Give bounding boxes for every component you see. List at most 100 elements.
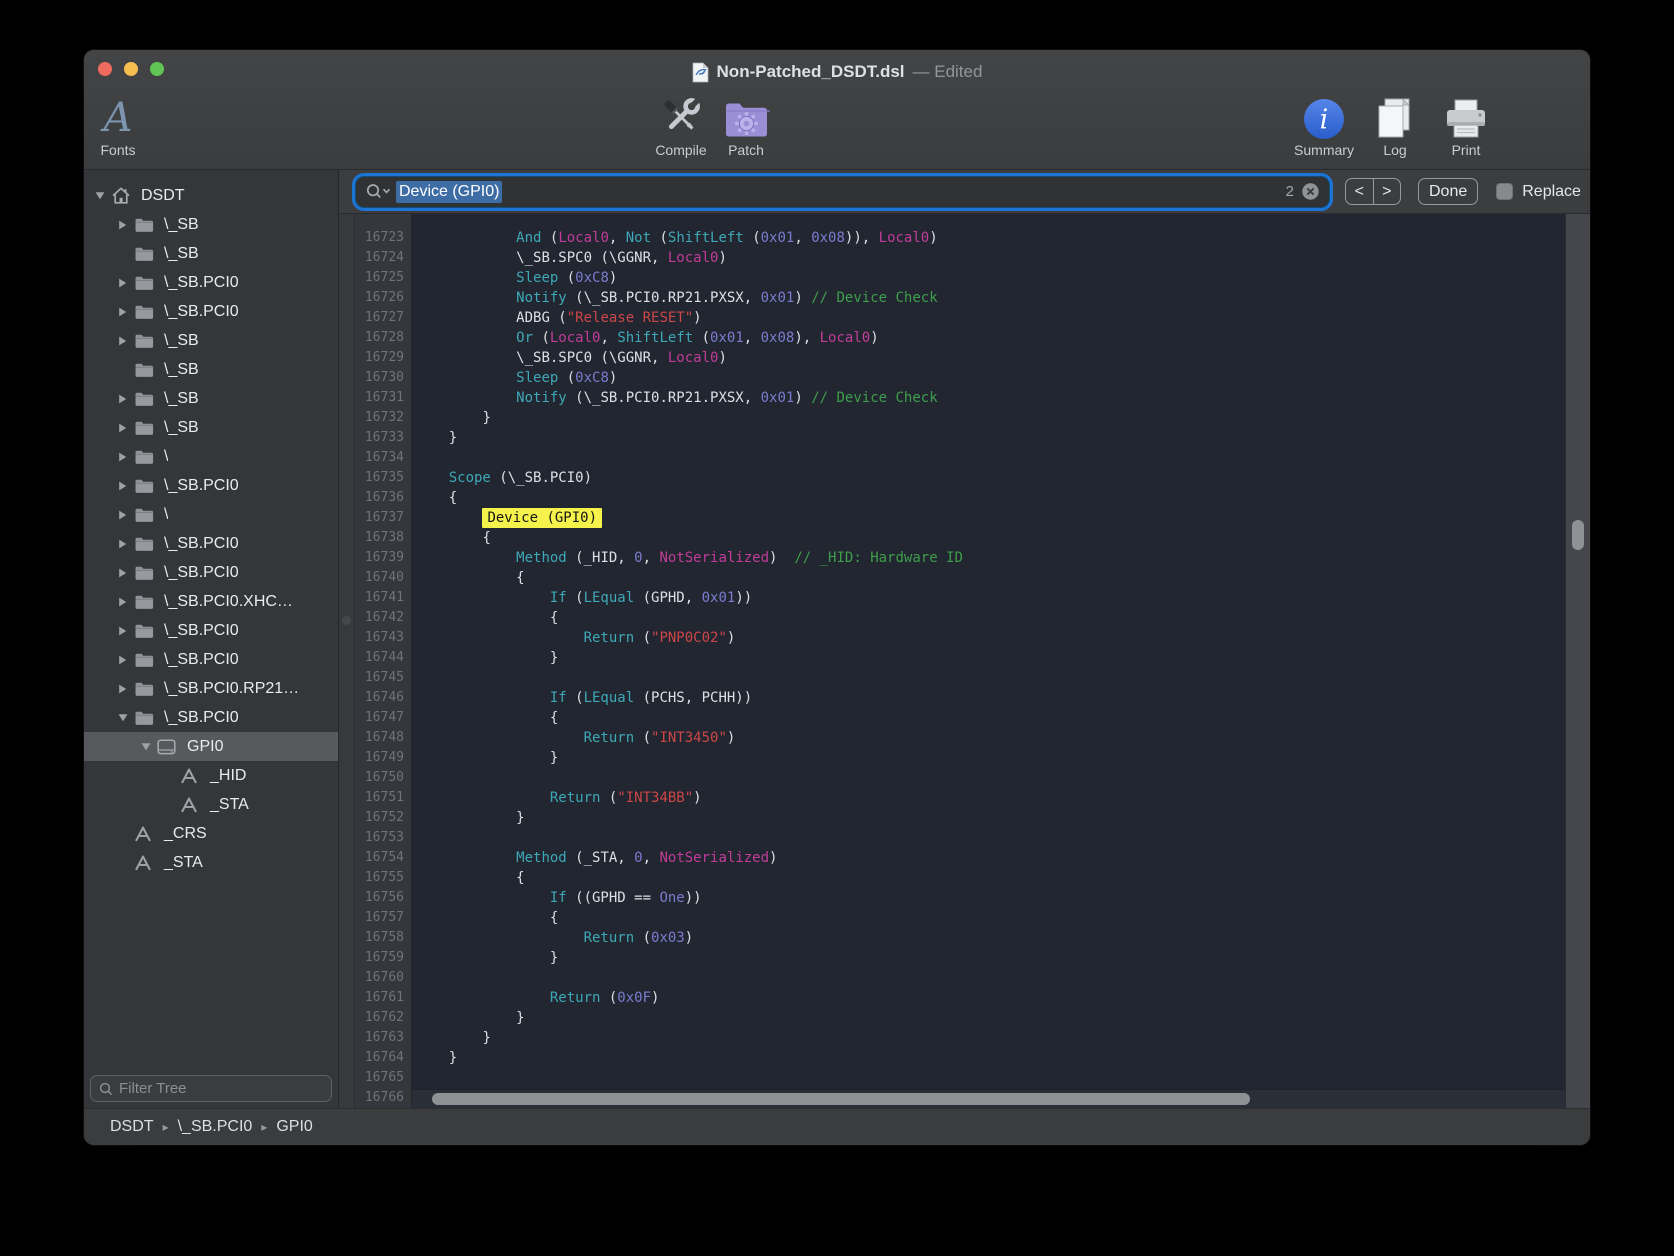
vertical-scrollbar-thumb[interactable]: [1572, 520, 1584, 550]
sidebar-item-sb[interactable]: \_SB: [84, 210, 338, 239]
find-previous-button[interactable]: <: [1346, 179, 1373, 204]
code-line-16760: [415, 968, 1565, 988]
filter-tree-input[interactable]: [119, 1080, 323, 1097]
breadcrumb-item-sbpci0[interactable]: \_SB.PCI0: [178, 1118, 253, 1136]
zoom-button[interactable]: [150, 62, 164, 76]
sidebar-item-[interactable]: \: [84, 500, 338, 529]
disclosure-right-icon: [117, 683, 128, 695]
folder-icon: [134, 652, 154, 668]
find-match-highlight: Device (GPI0): [482, 508, 602, 528]
breadcrumb-item-gpi0[interactable]: GPI0: [276, 1118, 312, 1136]
toolbar-group-right: i Summary Log Print: [1291, 90, 1499, 158]
tree-item-label: \_SB.PCI0: [160, 303, 239, 321]
breadcrumb-separator-icon: ▸: [163, 1120, 169, 1134]
sidebar-item-sb[interactable]: \_SB: [84, 384, 338, 413]
tree-item-label: _STA: [160, 854, 203, 872]
close-button[interactable]: [98, 62, 112, 76]
replace-checkbox[interactable]: [1496, 183, 1513, 200]
sidebar-item-sbpci0[interactable]: \_SB.PCI0: [84, 471, 338, 500]
code-line-16723: And (Local0, Not (ShiftLeft (0x01, 0x08)…: [415, 228, 1565, 248]
document-icon: [692, 62, 709, 83]
line-number-gutter: 1672316724167251672616727167281672916730…: [355, 214, 412, 1108]
window-header: Non-Patched_DSDT.dsl — Edited AFonts Com…: [84, 50, 1590, 170]
sidebar-item-sbpci0[interactable]: \_SB.PCI0: [84, 645, 338, 674]
sidebar-item-sbpci0[interactable]: \_SB.PCI0: [84, 558, 338, 587]
sidebar-item-sb[interactable]: \_SB: [84, 413, 338, 442]
vertical-scrollbar-track[interactable]: [1565, 214, 1590, 1108]
tree-item-label: \_SB.PCI0: [160, 564, 239, 582]
sidebar-item-sbpci0xhc[interactable]: \_SB.PCI0.XHC…: [84, 587, 338, 616]
sidebar-item-sbpci0rp21[interactable]: \_SB.PCI0.RP21…: [84, 674, 338, 703]
tree-item-label: \_SB: [160, 419, 199, 437]
disclosure-right-icon: [117, 538, 128, 550]
disclosure-right-icon: [117, 451, 128, 463]
folder-icon: [134, 391, 154, 407]
toolbar-button-fonts[interactable]: AFonts: [88, 90, 148, 158]
sidebar-item-crs[interactable]: _CRS: [84, 819, 338, 848]
toolbar-label: Summary: [1294, 142, 1354, 158]
code-line-16728: Or (Local0, ShiftLeft (0x01, 0x08), Loca…: [415, 328, 1565, 348]
edited-badge: — Edited: [913, 62, 983, 82]
tree-item-label: \_SB: [160, 245, 199, 263]
dsdt-tree: DSDT\_SB\_SB\_SB.PCI0\_SB.PCI0\_SB\_SB\_…: [84, 170, 338, 877]
disclosure-right-icon: [117, 509, 128, 521]
code-line-16759: }: [415, 948, 1565, 968]
tree-item-label: \_SB.PCI0: [160, 709, 239, 727]
svg-text:i: i: [1320, 105, 1329, 136]
tree-item-label: _HID: [206, 767, 246, 785]
method-icon: [180, 768, 198, 784]
horizontal-scrollbar-thumb[interactable]: [432, 1093, 1250, 1105]
find-next-button[interactable]: >: [1373, 179, 1401, 204]
tree-item-label: \: [160, 506, 168, 524]
sidebar-item-sbpci0[interactable]: \_SB.PCI0: [84, 529, 338, 558]
toolbar-button-log[interactable]: Log: [1362, 90, 1428, 158]
main-pane: Device (GPI0) 2 < > Done Replace 1672316: [339, 170, 1590, 1108]
disclosure-right-icon: [117, 480, 128, 492]
sidebar-item-sbpci0[interactable]: \_SB.PCI0: [84, 616, 338, 645]
tree-item-label: \_SB.PCI0: [160, 274, 239, 292]
code-line-16756: If ((GPHD == One)): [415, 888, 1565, 908]
sidebar-item-sbpci0[interactable]: \_SB.PCI0: [84, 268, 338, 297]
tree-item-label: \_SB.PCI0: [160, 651, 239, 669]
code-line-16747: {: [415, 708, 1565, 728]
clear-search-icon[interactable]: [1301, 182, 1320, 201]
code-line-16737: Device (GPI0): [415, 508, 1565, 528]
sidebar-item-sb[interactable]: \_SB: [84, 239, 338, 268]
sidebar-item-sb[interactable]: \_SB: [84, 326, 338, 355]
disclosure-right-icon: [117, 306, 128, 318]
pane-splitter[interactable]: [339, 214, 355, 1108]
filter-tree-field[interactable]: [90, 1075, 332, 1102]
folder-icon: [134, 507, 154, 523]
folder-icon: [134, 333, 154, 349]
toolbar-button-compile[interactable]: Compile: [651, 90, 711, 158]
minimize-button[interactable]: [124, 62, 138, 76]
sidebar-item-sta[interactable]: _STA: [84, 790, 338, 819]
toolbar-button-print[interactable]: Print: [1433, 90, 1499, 158]
sidebar-item-hid[interactable]: _HID: [84, 761, 338, 790]
sidebar-item-sta[interactable]: _STA: [84, 848, 338, 877]
find-input[interactable]: Device (GPI0) 2: [356, 177, 1329, 207]
breadcrumb-item-dsdt[interactable]: DSDT: [110, 1118, 154, 1136]
folder-icon: [134, 623, 154, 639]
tree-item-label: \_SB.PCI0: [160, 535, 239, 553]
toolbar-button-patch[interactable]: Patch: [716, 90, 776, 158]
code-line-16741: If (LEqual (GPHD, 0x01)): [415, 588, 1565, 608]
method-icon: [134, 855, 152, 871]
horizontal-scrollbar-track[interactable]: [412, 1089, 1565, 1108]
done-button[interactable]: Done: [1418, 178, 1478, 205]
sidebar-item-sbpci0[interactable]: \_SB.PCI0: [84, 703, 338, 732]
tree-item-label: \_SB.PCI0.XHC…: [160, 593, 293, 611]
tree-item-label: \_SB.PCI0.RP21…: [160, 680, 299, 698]
sidebar-item-sbpci0[interactable]: \_SB.PCI0: [84, 297, 338, 326]
sidebar-item-sb[interactable]: \_SB: [84, 355, 338, 384]
code-area[interactable]: And (Local0, Not (ShiftLeft (0x01, 0x08)…: [412, 214, 1565, 1108]
disclosure-down-icon: [140, 741, 152, 752]
folder-icon: [134, 246, 154, 262]
toolbar-button-summary[interactable]: i Summary: [1291, 90, 1357, 158]
sidebar-item-gpi0[interactable]: GPI0: [84, 732, 338, 761]
toolbar-label: Log: [1383, 142, 1406, 158]
sidebar-item-[interactable]: \: [84, 442, 338, 471]
sidebar-item-dsdt[interactable]: DSDT: [84, 181, 338, 210]
code-line-16762: }: [415, 1008, 1565, 1028]
search-menu-icon[interactable]: [365, 183, 391, 200]
